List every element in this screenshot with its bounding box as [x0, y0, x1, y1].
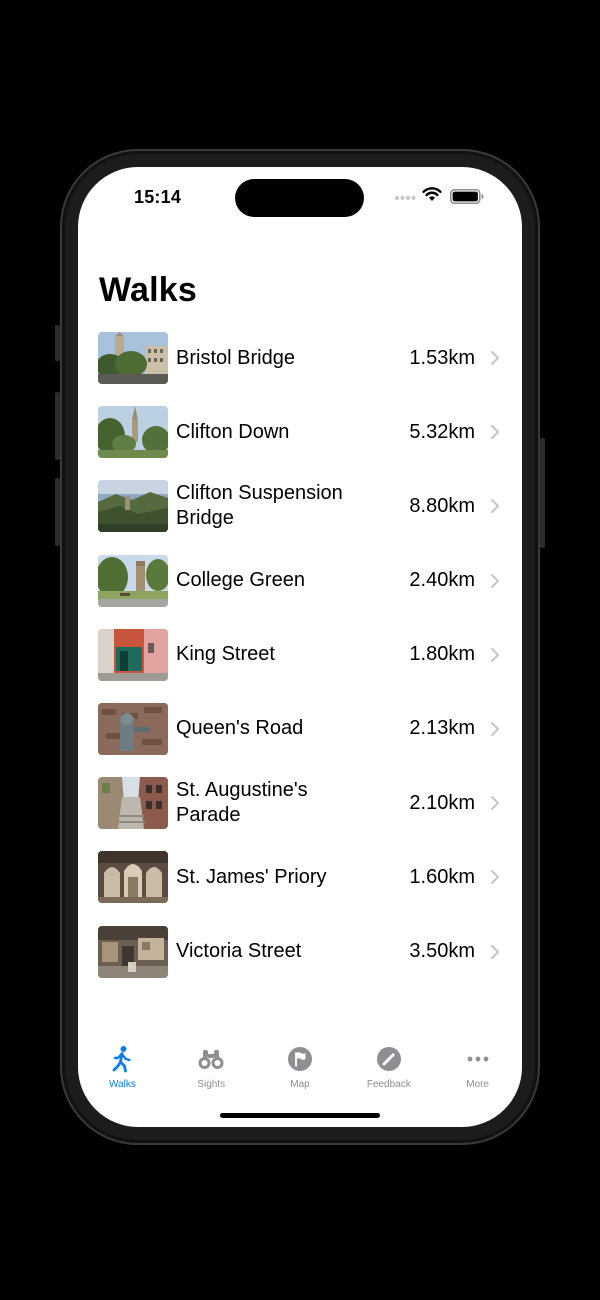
pencil-circle-icon: [376, 1047, 401, 1071]
tab-label: More: [466, 1079, 489, 1090]
flag-icon: [287, 1047, 312, 1071]
power-button: [540, 438, 545, 548]
walk-distance: 3.50km: [409, 940, 475, 962]
chevron-right-icon: [491, 870, 499, 885]
walk-row-queens-road[interactable]: Queen's Road 2.13km: [78, 692, 522, 766]
gorge-landscape-image: [98, 480, 168, 533]
walk-row-king-street[interactable]: King Street 1.80km: [78, 618, 522, 692]
walk-name: Queen's Road: [176, 717, 304, 740]
walk-row-st-augustines-parade[interactable]: St. Augustine's Parade 2.10km: [78, 766, 522, 840]
walk-name: St. James' Priory: [176, 865, 327, 888]
walk-row-clifton-down[interactable]: Clifton Down 5.32km: [78, 395, 522, 469]
walk-distance: 8.80km: [409, 494, 475, 517]
tab-map[interactable]: Map: [256, 1039, 345, 1099]
green-with-tower-image: [98, 554, 168, 607]
action-button: [55, 325, 60, 361]
tab-sights[interactable]: Sights: [167, 1039, 256, 1099]
page-title: Walks: [99, 271, 198, 309]
wifi-icon: [422, 187, 442, 201]
walk-name: Victoria Street: [176, 940, 302, 962]
chevron-right-icon: [491, 425, 499, 440]
walk-list: Bristol Bridge 1.53km Clifton Down 5.32k…: [78, 321, 522, 989]
walk-name: Bristol Bridge: [176, 346, 295, 369]
battery-icon: [450, 189, 484, 204]
walk-distance: 1.80km: [409, 643, 475, 666]
colorful-shopfront-image: [98, 628, 168, 681]
church-interior-image: [98, 851, 168, 904]
chevron-right-icon: [491, 796, 499, 811]
walk-name: Clifton Suspension Bridge: [176, 482, 343, 530]
ellipsis-icon: [467, 1056, 488, 1062]
walk-thumbnail: [98, 702, 168, 755]
walk-thumbnail: [98, 925, 168, 978]
walk-thumbnail: [98, 554, 168, 607]
tab-walks[interactable]: Walks: [78, 1039, 167, 1099]
tab-more[interactable]: More: [433, 1039, 522, 1099]
walking-person-icon: [112, 1046, 132, 1073]
tab-label: Feedback: [366, 1079, 411, 1090]
walk-distance: 2.13km: [409, 717, 475, 740]
chevron-right-icon: [491, 573, 499, 588]
dynamic-island: [235, 179, 364, 217]
walk-thumbnail: [98, 406, 168, 459]
walk-distance: 2.10km: [409, 791, 475, 814]
chevron-right-icon: [491, 499, 499, 514]
walk-name: Clifton Down: [176, 420, 290, 443]
stone-statue-wall-image: [98, 702, 168, 755]
walk-distance: 1.60km: [409, 865, 475, 888]
tab-label: Map: [290, 1079, 310, 1090]
app-screen: 15:14 Walks Bristol Bridge 1.53km Clifto…: [78, 167, 522, 1127]
binoculars-icon: [198, 1050, 224, 1069]
walk-row-clifton-suspension-bridge[interactable]: Clifton Suspension Bridge 8.80km: [78, 469, 522, 543]
status-icons: [390, 185, 490, 209]
tab-label: Walks: [108, 1079, 136, 1090]
walk-thumbnail: [98, 851, 168, 904]
tab-bar: Walks Sights Map Feedback More: [78, 1039, 522, 1099]
workshop-interior-image: [98, 925, 168, 978]
signal-dots-icon: [395, 196, 416, 200]
walk-thumbnail: [98, 480, 168, 533]
walk-row-bristol-bridge[interactable]: Bristol Bridge 1.53km: [78, 321, 522, 395]
church-tower-trees-image: [98, 332, 168, 384]
walk-distance: 1.53km: [409, 346, 475, 369]
walk-thumbnail: [98, 628, 168, 681]
volume-down-button: [55, 478, 60, 546]
walk-name: College Green: [176, 569, 305, 592]
chevron-right-icon: [491, 944, 499, 959]
narrow-lane-steps-image: [98, 777, 168, 830]
volume-up-button: [55, 392, 60, 460]
chevron-right-icon: [491, 351, 499, 365]
walk-row-college-green[interactable]: College Green 2.40km: [78, 544, 522, 618]
walk-thumbnail: [98, 777, 168, 830]
chevron-right-icon: [491, 647, 499, 662]
home-indicator[interactable]: [220, 1113, 380, 1118]
walk-name: St. Augustine's Parade: [176, 779, 308, 827]
chevron-right-icon: [491, 721, 499, 736]
walk-distance: 5.32km: [409, 420, 475, 443]
walk-distance: 2.40km: [409, 569, 475, 592]
walk-row-st-james-priory[interactable]: St. James' Priory 1.60km: [78, 840, 522, 914]
walk-thumbnail: [98, 332, 168, 384]
tab-label: Sights: [197, 1079, 226, 1090]
status-time: 15:14: [134, 187, 182, 207]
walk-row-victoria-street[interactable]: Victoria Street 3.50km: [78, 915, 522, 989]
spire-among-trees-image: [98, 406, 168, 459]
walk-name: King Street: [176, 643, 275, 666]
tab-feedback[interactable]: Feedback: [344, 1039, 433, 1099]
